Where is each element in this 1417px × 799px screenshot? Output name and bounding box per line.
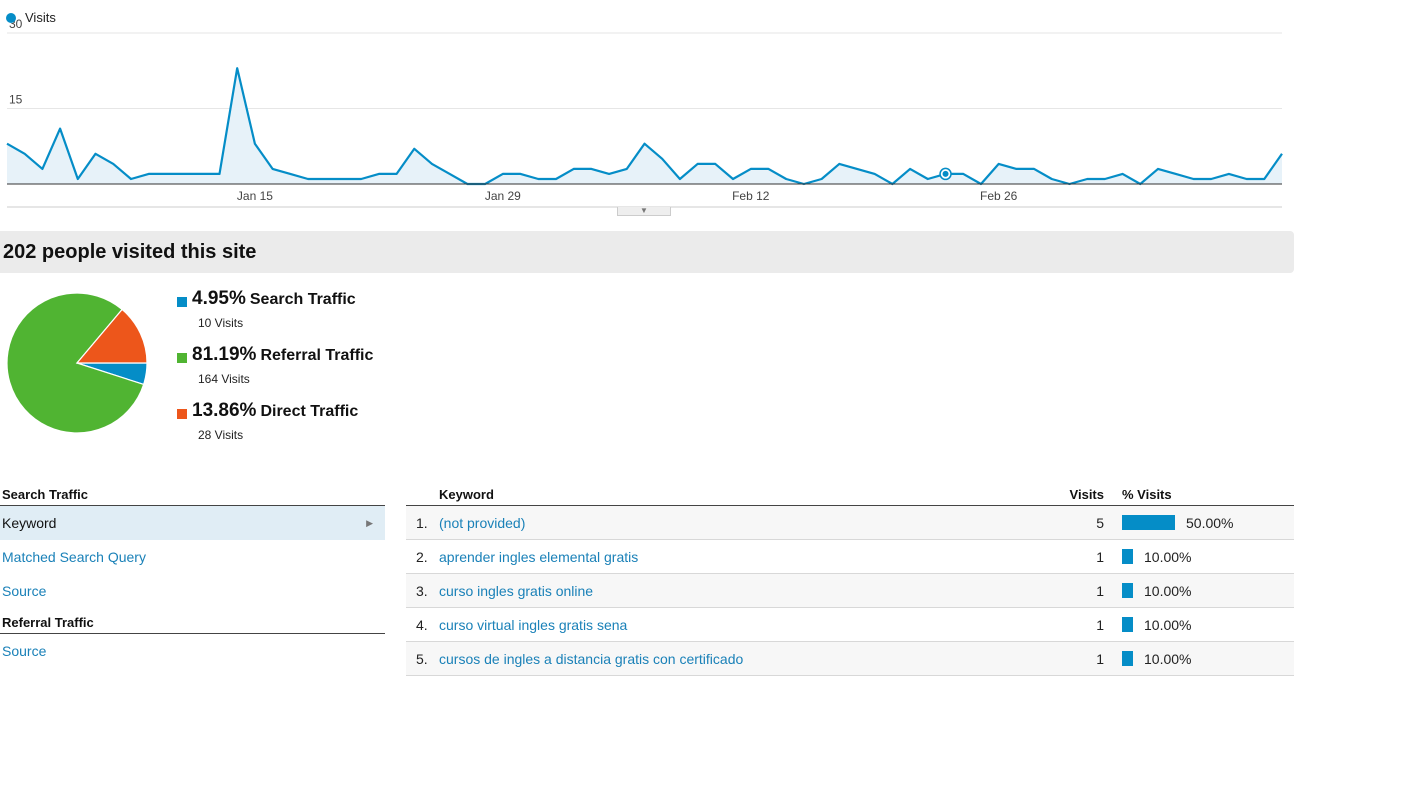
- nav-item-referral-source[interactable]: Source: [0, 634, 385, 668]
- table-body: 1. (not provided) 5 50.00% 2. aprender i…: [406, 506, 1294, 676]
- traffic-nav: Search Traffic Keyword ▶ Matched Search …: [0, 484, 385, 668]
- legend-label: Visits: [25, 10, 56, 25]
- search-swatch-icon: [177, 297, 187, 307]
- row-pct: 10.00%: [1144, 651, 1192, 667]
- referral-percent: 81.19%: [192, 344, 257, 365]
- row-pct: 10.00%: [1144, 617, 1192, 633]
- row-index: 2.: [416, 549, 428, 565]
- x-tick-label: Jan 15: [237, 189, 273, 203]
- row-visits: 1: [1096, 549, 1104, 565]
- direct-swatch-icon: [177, 409, 187, 419]
- row-index: 3.: [416, 583, 428, 599]
- visits-column-header[interactable]: Visits: [1070, 487, 1104, 502]
- row-index: 1.: [416, 515, 428, 531]
- table-row: 1. (not provided) 5 50.00%: [406, 506, 1294, 540]
- x-tick-label: Jan 29: [485, 189, 521, 203]
- row-pct: 10.00%: [1144, 583, 1192, 599]
- nav-item-search-source[interactable]: Source: [0, 574, 385, 608]
- x-tick-label: Feb 12: [732, 189, 770, 203]
- referral-traffic-heading: Referral Traffic: [0, 612, 385, 634]
- row-visits: 1: [1096, 617, 1104, 633]
- nav-item-matched-search-query[interactable]: Matched Search Query: [0, 540, 385, 574]
- table-row: 2. aprender ingles elemental gratis 1 10…: [406, 540, 1294, 574]
- search-percent: 4.95%: [192, 288, 246, 309]
- referral-visits: 164 Visits: [198, 372, 250, 386]
- row-pct: 10.00%: [1144, 549, 1192, 565]
- legend-dot-icon: [6, 12, 16, 23]
- keyword-link[interactable]: cursos de ingles a distancia gratis con …: [439, 651, 743, 667]
- row-visits: 1: [1096, 651, 1104, 667]
- table-row: 5. cursos de ingles a distancia gratis c…: [406, 642, 1294, 676]
- summary-title: 202 people visited this site: [0, 231, 1294, 273]
- direct-percent: 13.86%: [192, 400, 257, 421]
- search-traffic-heading: Search Traffic: [0, 484, 385, 506]
- table-row: 4. curso virtual ingles gratis sena 1 10…: [406, 608, 1294, 642]
- chart-legend[interactable]: Visits: [6, 10, 56, 25]
- row-visits: 1: [1096, 583, 1104, 599]
- search-visits: 10 Visits: [198, 316, 244, 330]
- row-visits: 5: [1096, 515, 1104, 531]
- pct-bar: [1122, 617, 1133, 632]
- referral-name: Referral Traffic: [260, 347, 374, 364]
- direct-visits: 28 Visits: [198, 428, 244, 442]
- direct-name: Direct Traffic: [260, 403, 359, 420]
- x-tick-label: Feb 26: [980, 189, 1018, 203]
- keyword-link[interactable]: curso virtual ingles gratis sena: [439, 617, 627, 633]
- table-row: 3. curso ingles gratis online 1 10.00%: [406, 574, 1294, 608]
- pct-bar: [1122, 549, 1133, 564]
- table-header: Keyword Visits % Visits: [406, 484, 1294, 506]
- referral-swatch-icon: [177, 353, 187, 363]
- keyword-link[interactable]: aprender ingles elemental gratis: [439, 549, 638, 565]
- pct-bar: [1122, 651, 1133, 666]
- line-chart-canvas: 3015Jan 15 Jan 29 Feb 12 Feb 26: [6, 17, 1283, 208]
- pct-bar: [1122, 515, 1175, 530]
- row-index: 5.: [416, 651, 428, 667]
- y-tick-label: 15: [9, 93, 23, 107]
- keyword-link[interactable]: (not provided): [439, 515, 525, 531]
- series-area: [7, 68, 1282, 184]
- pct-bar: [1122, 583, 1133, 598]
- collapse-chart-button[interactable]: ▼: [617, 207, 671, 216]
- keyword-column-header[interactable]: Keyword: [439, 487, 494, 502]
- chevron-right-icon: ▶: [366, 518, 373, 528]
- nav-item-keyword[interactable]: Keyword ▶: [0, 506, 385, 540]
- keyword-link[interactable]: curso ingles gratis online: [439, 583, 593, 599]
- keyword-table: Keyword Visits % Visits 1. (not provided…: [406, 484, 1294, 676]
- search-name: Search Traffic: [249, 291, 356, 308]
- pct-visits-column-header[interactable]: % Visits: [1122, 487, 1172, 502]
- visits-line-chart: 30 15 Jan 15 Jan 29 Feb 12 Feb 26 Visits ▼: [0, 0, 1300, 220]
- row-pct: 50.00%: [1186, 515, 1234, 531]
- highlight-point: [942, 170, 949, 177]
- row-index: 4.: [416, 617, 428, 633]
- traffic-pie-chart: [6, 292, 148, 434]
- chevron-down-icon: ▼: [640, 206, 648, 215]
